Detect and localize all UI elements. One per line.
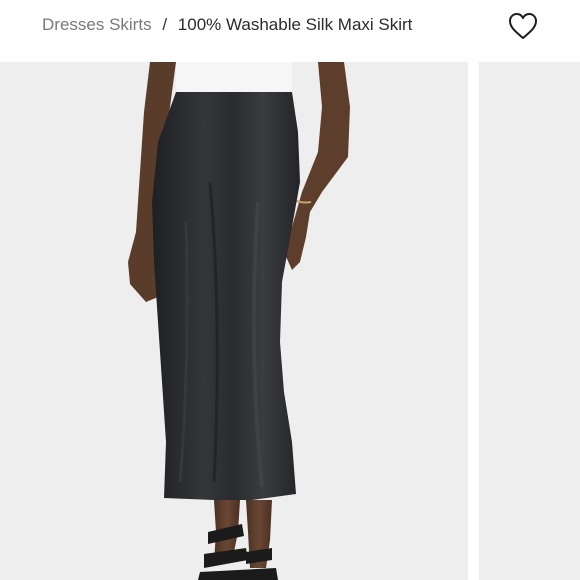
product-photo-illustration — [128, 62, 350, 580]
breadcrumb: Dresses Skirts / 100% Washable Silk Maxi… — [42, 14, 412, 36]
heart-outline-icon — [509, 13, 537, 39]
product-image-main[interactable] — [0, 62, 468, 580]
top-bar: Dresses Skirts / 100% Washable Silk Maxi… — [0, 0, 580, 62]
product-image-next-preview[interactable] — [479, 62, 580, 580]
breadcrumb-separator: / — [162, 15, 168, 34]
black-silk-skirt — [152, 92, 300, 500]
product-image-gallery[interactable] — [0, 62, 580, 580]
wishlist-button[interactable] — [506, 10, 540, 42]
breadcrumb-current-page: 100% Washable Silk Maxi Skirt — [177, 15, 413, 34]
breadcrumb-link-dresses-skirts[interactable]: Dresses Skirts — [42, 15, 152, 34]
